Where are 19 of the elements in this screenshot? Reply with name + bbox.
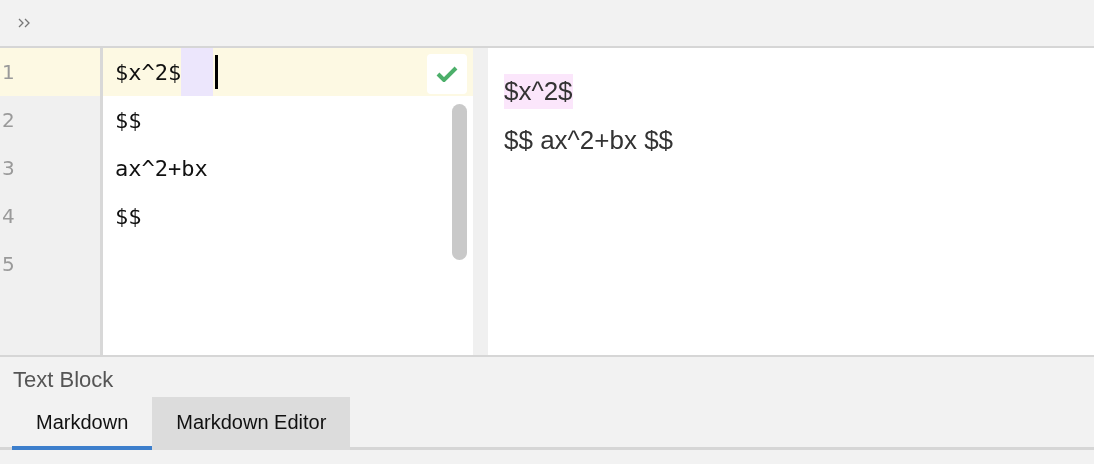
line-number: 3: [1, 156, 15, 180]
tab[interactable]: Markdown Editor: [152, 397, 351, 450]
panel-title: Text Block: [12, 366, 115, 394]
line-number: 1: [1, 60, 15, 84]
code-line: $x^2$: [115, 59, 182, 85]
chevron-double-right-icon[interactable]: [18, 18, 32, 28]
checkmark-icon: [436, 66, 458, 82]
line-number: 4: [1, 204, 15, 228]
code-line: $$: [115, 203, 142, 229]
code-line: ax^2+bx: [115, 155, 208, 181]
text-cursor: [215, 55, 219, 89]
code-editor[interactable]: $x^2$ $$ ax^2+bx $$: [103, 48, 473, 355]
code-line: $$: [115, 107, 142, 133]
selection-highlight: [181, 48, 214, 96]
preview-text: $x^2$: [504, 74, 573, 109]
line-number: 5: [1, 252, 15, 276]
preview-text: $$ ax^2+bx $$: [504, 124, 674, 157]
line-number: 2: [1, 108, 15, 132]
scrollbar-thumb[interactable]: [452, 104, 467, 260]
